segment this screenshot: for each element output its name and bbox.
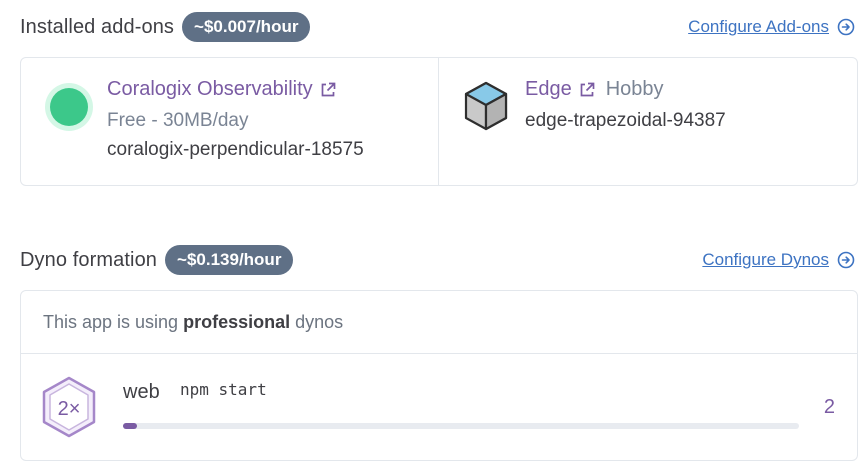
external-link-icon[interactable] bbox=[578, 81, 596, 99]
dynos-section-title: Dyno formation bbox=[20, 248, 158, 271]
edge-plan: Hobby bbox=[605, 78, 664, 100]
external-link-icon[interactable] bbox=[319, 81, 337, 99]
dynos-header: Dyno formation ~$0.139/hour Configure Dy… bbox=[20, 245, 855, 275]
arrow-right-circle-icon[interactable] bbox=[837, 251, 855, 269]
dyno-process-type: web bbox=[123, 381, 160, 403]
dyno-note-tier: professional bbox=[183, 311, 291, 332]
dyno-command: npm start bbox=[180, 380, 267, 399]
dyno-tier-note: This app is using professional dynos bbox=[21, 291, 857, 354]
addons-cost-badge: ~$0.007/hour bbox=[182, 12, 311, 42]
dyno-badge-label: 2× bbox=[58, 398, 81, 420]
addon-coralogix: Coralogix Observability Free - 30MB/day … bbox=[21, 58, 439, 185]
addons-section-title: Installed add-ons bbox=[20, 15, 175, 38]
configure-dynos-link[interactable]: Configure Dynos bbox=[702, 250, 855, 270]
dyno-formation-card: This app is using professional dynos 2× … bbox=[20, 290, 858, 461]
dynos-cost-badge: ~$0.139/hour bbox=[165, 245, 294, 275]
edge-cube-icon bbox=[464, 81, 508, 131]
dyno-note-prefix: This app is using bbox=[43, 311, 179, 332]
addon-name-row: Edge Hobby bbox=[525, 78, 664, 101]
coralogix-addon-link[interactable]: Coralogix Observability bbox=[107, 78, 313, 101]
addons-card: Coralogix Observability Free - 30MB/day … bbox=[20, 57, 858, 186]
coralogix-logo-icon bbox=[45, 83, 93, 131]
dyno-scale-slider[interactable] bbox=[123, 423, 799, 429]
dyno-note-suffix: dynos bbox=[295, 311, 344, 332]
coralogix-plan: Free - 30MB/day bbox=[107, 110, 249, 131]
edge-addon-id: edge-trapezoidal-94387 bbox=[525, 110, 726, 131]
addon-name-row: Coralogix Observability bbox=[107, 78, 337, 101]
edge-addon-link[interactable]: Edge bbox=[525, 78, 572, 101]
configure-addons-link[interactable]: Configure Add-ons bbox=[688, 17, 855, 37]
addons-header: Installed add-ons ~$0.007/hour Configure… bbox=[20, 12, 855, 42]
dyno-scale-fill bbox=[123, 423, 137, 429]
dyno-row-web[interactable]: 2× web npm start 2 bbox=[21, 354, 857, 460]
configure-dynos-label[interactable]: Configure Dynos bbox=[702, 250, 829, 270]
configure-addons-label[interactable]: Configure Add-ons bbox=[688, 17, 829, 37]
arrow-right-circle-icon[interactable] bbox=[837, 18, 855, 36]
dyno-size-badge-icon: 2× bbox=[42, 376, 96, 438]
addon-edge: Edge Hobby edge-trapezoidal-94387 bbox=[439, 58, 857, 185]
coralogix-addon-id: coralogix-perpendicular-18575 bbox=[107, 139, 364, 160]
dyno-quantity: 2 bbox=[823, 396, 835, 418]
